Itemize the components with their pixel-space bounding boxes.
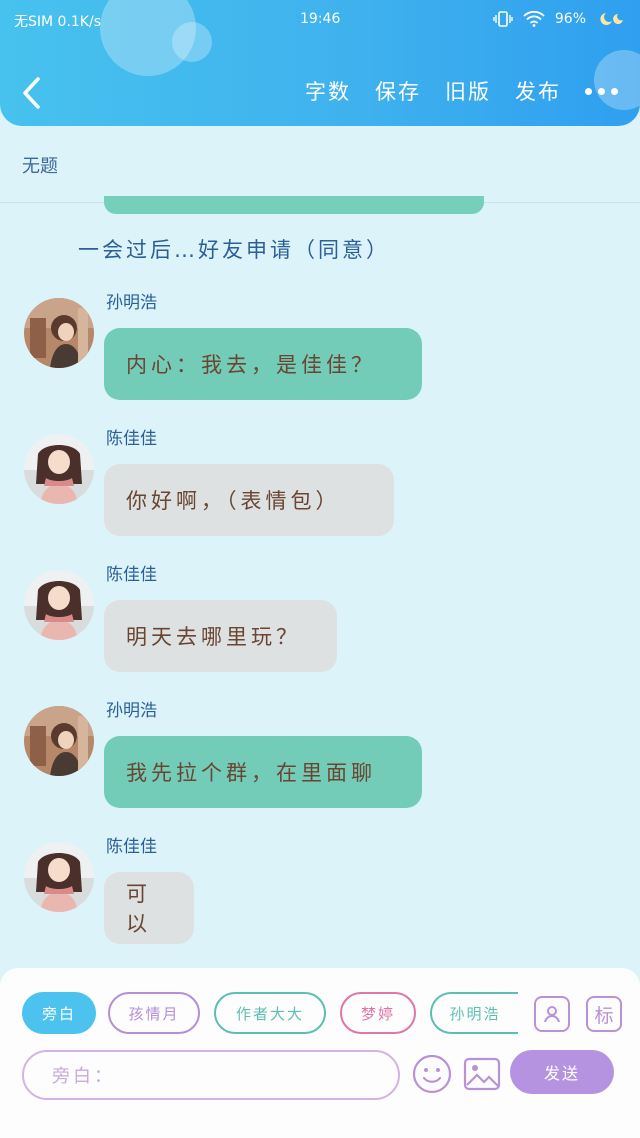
carrier-text: 无SIM 0.1K/s	[14, 14, 102, 30]
girl-avatar[interactable]	[24, 434, 94, 504]
old-version-button[interactable]: 旧版	[445, 76, 491, 106]
sender-name: 孙明浩	[106, 293, 157, 313]
vibrate-icon	[493, 11, 513, 27]
wifi-icon	[523, 11, 545, 27]
image-icon[interactable]	[462, 1054, 502, 1094]
chip-narration[interactable]: 旁白	[22, 992, 96, 1034]
narration-text[interactable]: 一会过后…好友申请（同意）	[78, 234, 390, 264]
message-bubble[interactable]: 我先拉个群，在里面聊	[104, 736, 422, 808]
moon-icon	[600, 13, 623, 25]
message-bubble[interactable]: 可以	[104, 872, 194, 944]
chip-character-1[interactable]: 孩情月	[108, 992, 200, 1034]
more-menu-icon[interactable]	[585, 87, 618, 95]
battery-percent: 96%	[554, 11, 586, 27]
save-button[interactable]: 保存	[375, 76, 421, 106]
sender-name: 孙明浩	[106, 701, 157, 721]
status-bar: 无SIM 0.1K/s 19:46 96%	[0, 8, 640, 34]
message-bubble[interactable]: 内心：我去，是佳佳？	[104, 328, 422, 400]
person-card-icon[interactable]	[534, 996, 570, 1032]
story-title[interactable]: 无题	[22, 152, 58, 178]
boy-avatar[interactable]	[24, 298, 94, 368]
previous-message-tail	[104, 196, 484, 214]
back-arrow-icon[interactable]	[18, 76, 46, 110]
sender-name: 陈佳佳	[106, 565, 157, 585]
sender-name: 陈佳佳	[106, 429, 157, 449]
boy-avatar[interactable]	[24, 706, 94, 776]
top-bar: 无SIM 0.1K/s 19:46 96% 字数 保存 旧版 发布	[0, 0, 640, 126]
header-actions: 字数 保存 旧版 发布	[305, 76, 618, 106]
girl-avatar[interactable]	[24, 842, 94, 912]
clock: 19:46	[300, 11, 341, 27]
girl-avatar[interactable]	[24, 570, 94, 640]
chip-character-2[interactable]: 梦婷	[340, 992, 416, 1034]
compose-input[interactable]: 旁白：	[22, 1050, 400, 1100]
compose-panel: 旁白 孩情月 作者大大 梦婷 孙明浩 标 旁白： 发送	[0, 968, 640, 1138]
chip-author[interactable]: 作者大大	[214, 992, 326, 1034]
mark-button[interactable]: 标	[586, 996, 622, 1032]
send-button[interactable]: 发送	[510, 1050, 614, 1094]
title-row[interactable]: 无题	[0, 126, 640, 203]
chip-character-3[interactable]: 孙明浩	[430, 992, 518, 1034]
emoji-icon[interactable]	[412, 1054, 452, 1094]
sender-name: 陈佳佳	[106, 837, 157, 857]
message-bubble[interactable]: 明天去哪里玩？	[104, 600, 337, 672]
status-icons: 96%	[493, 11, 626, 27]
publish-button[interactable]: 发布	[515, 76, 561, 106]
message-bubble[interactable]: 你好啊，（表情包）	[104, 464, 394, 536]
word-count-button[interactable]: 字数	[305, 76, 351, 106]
